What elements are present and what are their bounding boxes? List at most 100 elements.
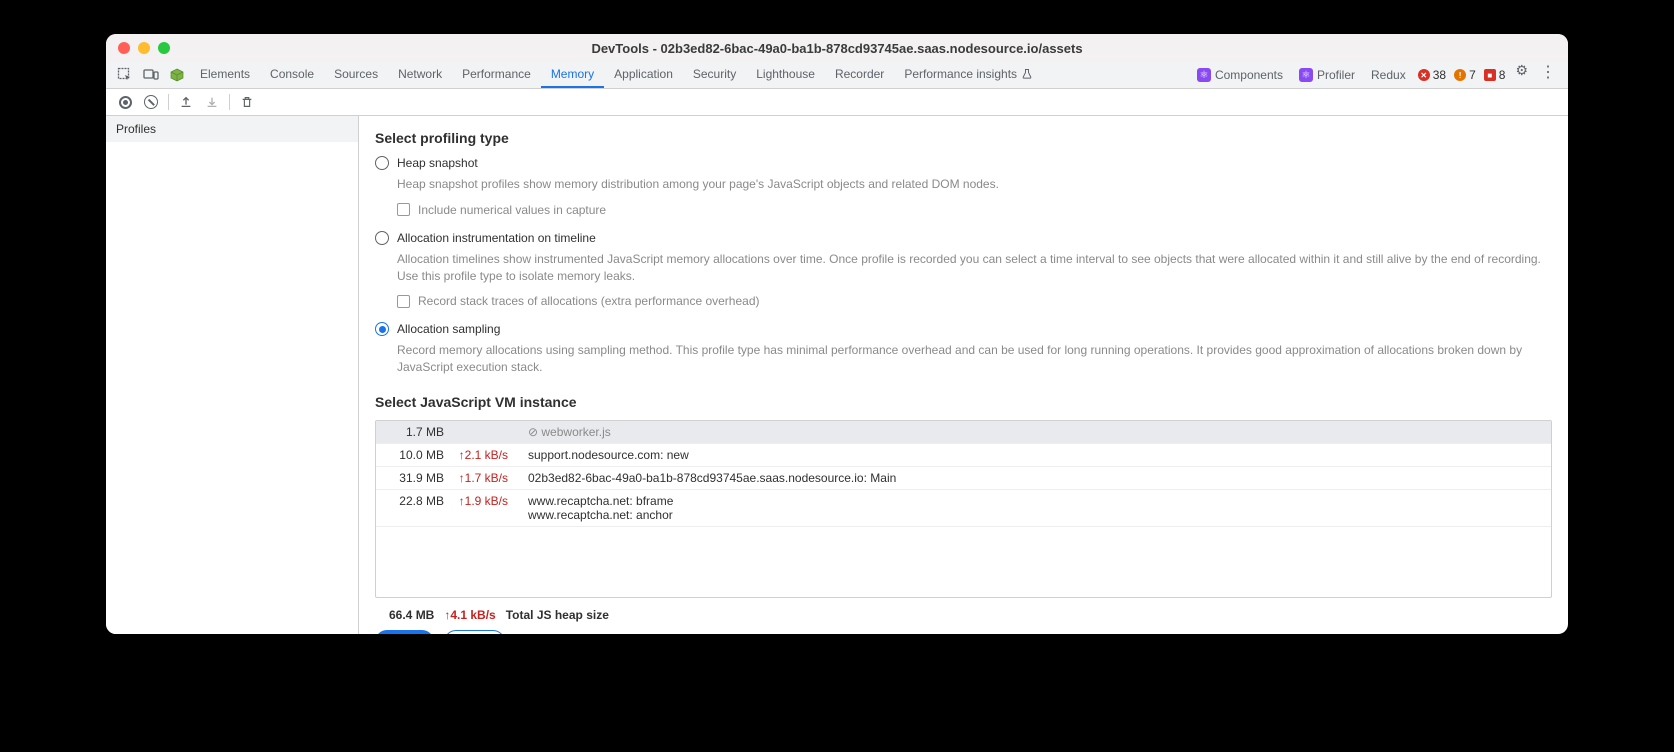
option-label: Allocation instrumentation on timeline [397, 231, 596, 245]
window-title: DevTools - 02b3ed82-6bac-49a0-ba1b-878cd… [106, 41, 1568, 56]
checkbox-icon[interactable] [397, 295, 410, 308]
option-label: Allocation sampling [397, 322, 500, 336]
titlebar: DevTools - 02b3ed82-6bac-49a0-ba1b-878cd… [106, 34, 1568, 62]
vm-size: 22.8 MB [384, 494, 444, 508]
zoom-window-icon[interactable] [158, 42, 170, 54]
action-buttons: Start Load [375, 630, 1552, 634]
ext-tab-label: Components [1215, 68, 1283, 82]
warning-counter[interactable]: ! 7 [1450, 62, 1480, 88]
ext-tab-components[interactable]: ⚛ Components [1189, 62, 1291, 88]
option-head[interactable]: Heap snapshot [375, 156, 1552, 170]
option-description: Allocation timelines show instrumented J… [397, 251, 1552, 285]
vm-size: 1.7 MB [384, 425, 444, 439]
ext-tab-redux[interactable]: Redux [1363, 62, 1414, 88]
tab-memory[interactable]: Memory [541, 62, 604, 88]
traffic-lights [118, 42, 170, 54]
ext-tab-label: Redux [1371, 68, 1406, 82]
radio-icon[interactable] [375, 322, 389, 336]
devtools-window: DevTools - 02b3ed82-6bac-49a0-ba1b-878cd… [106, 34, 1568, 634]
radio-icon[interactable] [375, 156, 389, 170]
error-badge-icon: ✕ [1418, 69, 1430, 81]
react-ext-icon: ⚛ [1299, 68, 1313, 82]
collect-garbage-icon[interactable] [234, 89, 260, 115]
vm-row[interactable]: 22.8 MB ↑1.9 kB/s www.recaptcha.net: bfr… [376, 490, 1551, 527]
tab-console[interactable]: Console [260, 62, 324, 88]
vm-size: 31.9 MB [384, 471, 444, 485]
tab-sources[interactable]: Sources [324, 62, 388, 88]
minimize-window-icon[interactable] [138, 42, 150, 54]
vm-name: ⊘ webworker.js [514, 425, 1543, 439]
checkbox-label: Record stack traces of allocations (extr… [418, 294, 760, 308]
vm-rate: ↑1.9 kB/s [444, 494, 514, 508]
option-allocation-sampling: Allocation sampling Record memory alloca… [375, 322, 1552, 376]
upload-icon[interactable] [173, 89, 199, 115]
download-icon[interactable] [199, 89, 225, 115]
memory-toolbar [106, 89, 1568, 116]
issues-badge-icon: ■ [1484, 69, 1496, 81]
warning-badge-icon: ! [1454, 69, 1466, 81]
tab-label: Performance insights [904, 67, 1017, 81]
option-description: Heap snapshot profiles show memory distr… [397, 176, 1552, 193]
separator [229, 94, 230, 110]
tab-lighthouse[interactable]: Lighthouse [746, 62, 825, 88]
clear-button[interactable] [138, 89, 164, 115]
separator [168, 94, 169, 110]
tab-performance[interactable]: Performance [452, 62, 541, 88]
tab-recorder[interactable]: Recorder [825, 62, 894, 88]
option-description: Record memory allocations using sampling… [397, 342, 1552, 376]
flask-icon [1021, 68, 1033, 80]
tab-elements[interactable]: Elements [190, 62, 260, 88]
cube-icon[interactable] [164, 62, 190, 88]
ext-tab-profiler[interactable]: ⚛ Profiler [1291, 62, 1363, 88]
vm-instance-table: 1.7 MB ⊘ webworker.js 10.0 MB ↑2.1 kB/s … [375, 420, 1552, 598]
issues-count: 8 [1499, 68, 1506, 82]
vm-rate: ↑1.7 kB/s [444, 471, 514, 485]
react-ext-icon: ⚛ [1197, 68, 1211, 82]
radio-icon[interactable] [375, 231, 389, 245]
option-checkbox-row[interactable]: Include numerical values in capture [397, 203, 1552, 217]
option-head[interactable]: Allocation instrumentation on timeline [375, 231, 1552, 245]
total-rate: ↑4.1 kB/s [444, 608, 495, 622]
tab-security[interactable]: Security [683, 62, 746, 88]
vm-row[interactable]: 1.7 MB ⊘ webworker.js [376, 421, 1551, 444]
option-label: Heap snapshot [397, 156, 478, 170]
option-heap-snapshot: Heap snapshot Heap snapshot profiles sho… [375, 156, 1552, 217]
content-area: Profiles Select profiling type Heap snap… [106, 116, 1568, 634]
warning-count: 7 [1469, 68, 1476, 82]
vm-empty-space [376, 527, 1551, 597]
close-window-icon[interactable] [118, 42, 130, 54]
main-panel: Select profiling type Heap snapshot Heap… [359, 116, 1568, 634]
option-checkbox-row[interactable]: Record stack traces of allocations (extr… [397, 294, 1552, 308]
more-icon[interactable]: ⋮ [1534, 62, 1562, 88]
vm-row[interactable]: 31.9 MB ↑1.7 kB/s 02b3ed82-6bac-49a0-ba1… [376, 467, 1551, 490]
total-size: 66.4 MB [389, 608, 434, 622]
option-head[interactable]: Allocation sampling [375, 322, 1552, 336]
panel-tabs: Elements Console Sources Network Perform… [190, 62, 1043, 88]
tab-network[interactable]: Network [388, 62, 452, 88]
vm-rate: ↑2.1 kB/s [444, 448, 514, 462]
sidebar-item-profiles[interactable]: Profiles [106, 116, 358, 142]
device-toolbar-icon[interactable] [138, 62, 164, 88]
tab-application[interactable]: Application [604, 62, 683, 88]
option-allocation-timeline: Allocation instrumentation on timeline A… [375, 231, 1552, 309]
vm-size: 10.0 MB [384, 448, 444, 462]
vm-name: 02b3ed82-6bac-49a0-ba1b-878cd93745ae.saa… [514, 471, 1543, 485]
inspect-element-icon[interactable] [112, 62, 138, 88]
load-button[interactable]: Load [444, 630, 505, 634]
error-counter[interactable]: ✕ 38 [1414, 62, 1450, 88]
total-label: Total JS heap size [506, 608, 609, 622]
checkbox-label: Include numerical values in capture [418, 203, 606, 217]
start-button[interactable]: Start [375, 630, 434, 634]
vm-name: support.nodesource.com: new [514, 448, 1543, 462]
issues-counter[interactable]: ■ 8 [1480, 62, 1510, 88]
settings-icon[interactable]: ⚙ [1509, 62, 1534, 88]
record-button[interactable] [112, 89, 138, 115]
ext-tab-label: Profiler [1317, 68, 1355, 82]
section-vm-instance: Select JavaScript VM instance [375, 394, 1552, 410]
profiles-sidebar: Profiles [106, 116, 359, 634]
tab-performance-insights[interactable]: Performance insights [894, 62, 1043, 88]
checkbox-icon[interactable] [397, 203, 410, 216]
vm-name: www.recaptcha.net: bframe www.recaptcha.… [514, 494, 1543, 522]
vm-row[interactable]: 10.0 MB ↑2.1 kB/s support.nodesource.com… [376, 444, 1551, 467]
main-tabbar: Elements Console Sources Network Perform… [106, 62, 1568, 89]
